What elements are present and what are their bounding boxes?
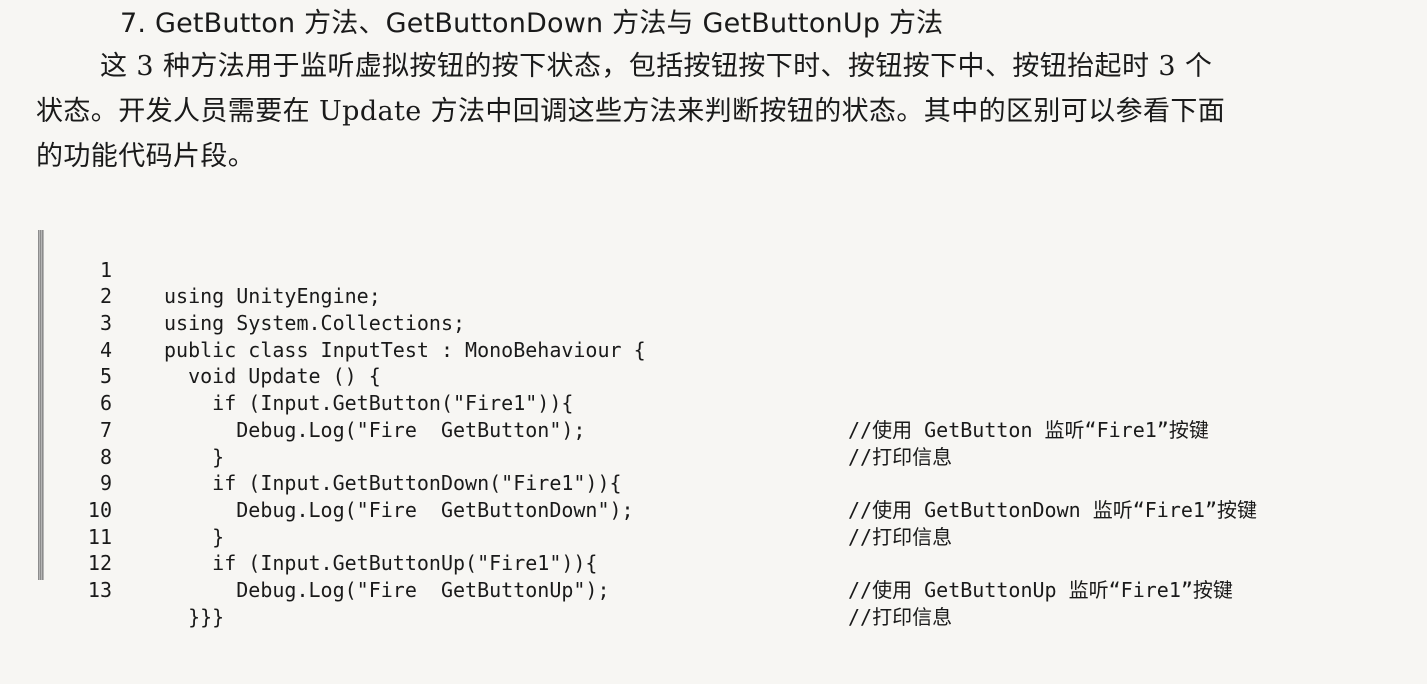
code-text: Debug.Log("Fire GetButtonUp"); [164, 577, 610, 602]
section-heading: 7. GetButton 方法、GetButtonDown 方法与 GetBut… [120, 8, 944, 39]
code-line: 8 if (Input.GetButtonDown("Fire1")){ //使… [60, 417, 1420, 522]
code-listing: 1 using UnityEngine; 2 using System.Coll… [60, 230, 1420, 629]
code-line: 1 using UnityEngine; [60, 230, 1420, 309]
code-line: 2 using System.Collections; [60, 257, 1420, 335]
code-line: 5 if (Input.GetButton("Fire1")){ //使用 Ge… [60, 337, 1420, 441]
code-comment: //打印信息 [848, 604, 953, 629]
code-line: 10 } [60, 470, 1420, 549]
paragraph-line: 的功能代码片段。 [36, 141, 256, 172]
code-margin-bar [38, 230, 44, 580]
paragraph-line: 状态。开发人员需要在 Update 方法中回调这些方法来判断按钮的状态。其中的区… [36, 96, 1226, 127]
body-paragraph: 这 3 种方法用于监听虚拟按钮的按下状态，包括按钮按下时、按钮按下中、按钮抬起时… [36, 44, 1406, 179]
code-line: 3 public class InputTest : MonoBehaviour… [60, 283, 1420, 362]
line-number: 13 [87, 577, 112, 602]
code-comment: //使用 GetButtonUp 监听“Fire1”按键 [848, 577, 1233, 602]
code-line: 9 Debug.Log("Fire GetButtonDown"); //打印信… [60, 444, 1420, 548]
paragraph-line: 这 3 种方法用于监听虚拟按钮的按下状态，包括按钮按下时、按钮按下中、按钮抬起时… [100, 51, 1213, 82]
code-line: 6 Debug.Log("Fire GetButton"); //打印信息 [60, 363, 1420, 468]
code-text: }}} [164, 604, 225, 629]
code-line: 4 void Update () { [60, 310, 1420, 389]
code-line: 11 if (Input.GetButtonUp("Fire1")){ //使用… [60, 497, 1420, 602]
code-line: 7 } [60, 390, 1420, 469]
code-line: 13 }}} [60, 550, 1420, 629]
code-line: 12 Debug.Log("Fire GetButtonUp"); //打印信息 [60, 524, 1420, 628]
